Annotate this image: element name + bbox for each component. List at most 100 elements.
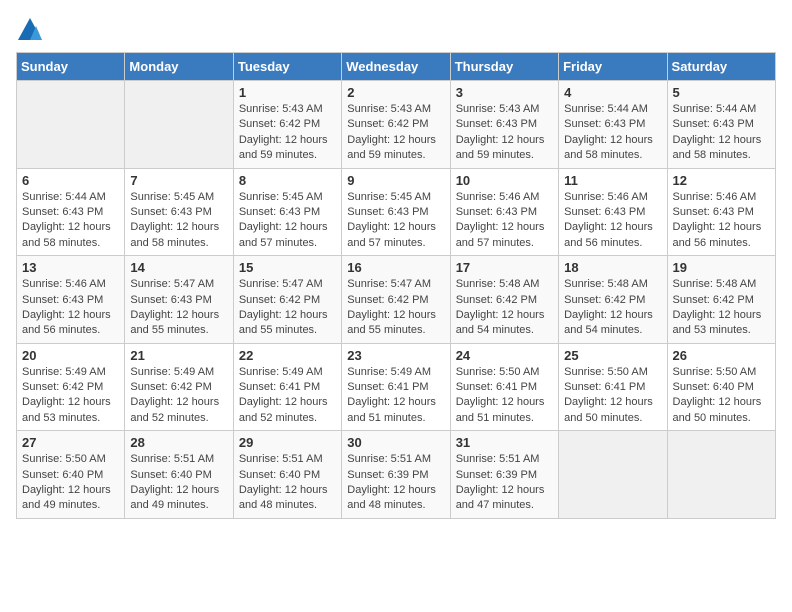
calendar-week-2: 6Sunrise: 5:44 AM Sunset: 6:43 PM Daylig… — [17, 168, 776, 256]
day-info: Sunrise: 5:48 AM Sunset: 6:42 PM Dayligh… — [456, 277, 553, 339]
day-number: 8 — [239, 173, 336, 188]
calendar-cell: 30Sunrise: 5:51 AM Sunset: 6:39 PM Dayli… — [342, 431, 450, 519]
day-info: Sunrise: 5:46 AM Sunset: 6:43 PM Dayligh… — [456, 190, 553, 252]
calendar-cell: 19 Sunrise: 5:48 AM Sunset: 6:42 PM Dayli… — [667, 256, 775, 344]
day-info: Sunrise: 5:46 AM Sunset: 6:43 PM Dayligh… — [564, 190, 661, 252]
calendar-cell: 22 Sunrise: 5:49 AM Sunset: 6:41 PM Dayli… — [233, 343, 341, 431]
day-number: 19 — [673, 260, 770, 275]
calendar-cell: 17 Sunrise: 5:48 AM Sunset: 6:42 PM Dayli… — [450, 256, 558, 344]
calendar-cell: 23 Sunrise: 5:49 AM Sunset: 6:41 PM Dayli… — [342, 343, 450, 431]
calendar-cell: 15Sunrise: 5:47 AM Sunset: 6:42 PM Dayli… — [233, 256, 341, 344]
day-info: Sunrise: 5:43 AM Sunset: 6:42 PM Dayligh… — [347, 102, 444, 164]
day-info: Sunrise: 5:49 AM Sunset: 6:41 PM Dayligh… — [239, 365, 336, 427]
calendar-cell: 13 Sunrise: 5:46 AM Sunset: 6:43 PM Dayli… — [17, 256, 125, 344]
day-number: 26 — [673, 348, 770, 363]
calendar-cell: 18Sunrise: 5:48 AM Sunset: 6:42 PM Dayli… — [559, 256, 667, 344]
calendar-cell — [667, 431, 775, 519]
calendar-cell: 31 Sunrise: 5:51 AM Sunset: 6:39 PM Dayli… — [450, 431, 558, 519]
calendar-cell: 16 Sunrise: 5:47 AM Sunset: 6:42 PM Dayli… — [342, 256, 450, 344]
day-number: 29 — [239, 435, 336, 450]
day-number: 25 — [564, 348, 661, 363]
calendar-cell: 4 Sunrise: 5:44 AM Sunset: 6:43 PM Daylig… — [559, 81, 667, 169]
calendar-week-1: 1 Sunrise: 5:43 AM Sunset: 6:42 PM Daylig… — [17, 81, 776, 169]
calendar-table: SundayMondayTuesdayWednesdayThursdayFrid… — [16, 52, 776, 519]
day-number: 20 — [22, 348, 119, 363]
calendar-cell: 14Sunrise: 5:47 AM Sunset: 6:43 PM Dayli… — [125, 256, 233, 344]
calendar-week-4: 20 Sunrise: 5:49 AM Sunset: 6:42 PM Dayli… — [17, 343, 776, 431]
day-info: Sunrise: 5:48 AM Sunset: 6:42 PM Dayligh… — [673, 277, 770, 339]
calendar-cell: 5 Sunrise: 5:44 AM Sunset: 6:43 PM Daylig… — [667, 81, 775, 169]
calendar-cell: 27Sunrise: 5:50 AM Sunset: 6:40 PM Dayli… — [17, 431, 125, 519]
day-number: 16 — [347, 260, 444, 275]
calendar-cell: 28Sunrise: 5:51 AM Sunset: 6:40 PM Dayli… — [125, 431, 233, 519]
day-number: 12 — [673, 173, 770, 188]
logo-icon — [16, 16, 44, 44]
day-info: Sunrise: 5:46 AM Sunset: 6:43 PM Dayligh… — [22, 277, 119, 339]
day-number: 22 — [239, 348, 336, 363]
calendar-cell: 1 Sunrise: 5:43 AM Sunset: 6:42 PM Daylig… — [233, 81, 341, 169]
day-number: 23 — [347, 348, 444, 363]
day-number: 13 — [22, 260, 119, 275]
day-number: 24 — [456, 348, 553, 363]
day-number: 2 — [347, 85, 444, 100]
column-header-tuesday: Tuesday — [233, 53, 341, 81]
calendar-cell: 7 Sunrise: 5:45 AM Sunset: 6:43 PM Daylig… — [125, 168, 233, 256]
day-number: 31 — [456, 435, 553, 450]
day-number: 18 — [564, 260, 661, 275]
day-info: Sunrise: 5:51 AM Sunset: 6:40 PM Dayligh… — [239, 452, 336, 514]
day-number: 28 — [130, 435, 227, 450]
column-header-saturday: Saturday — [667, 53, 775, 81]
day-number: 14 — [130, 260, 227, 275]
calendar-cell: 8 Sunrise: 5:45 AM Sunset: 6:43 PM Daylig… — [233, 168, 341, 256]
day-number: 6 — [22, 173, 119, 188]
day-info: Sunrise: 5:49 AM Sunset: 6:42 PM Dayligh… — [130, 365, 227, 427]
day-info: Sunrise: 5:44 AM Sunset: 6:43 PM Dayligh… — [673, 102, 770, 164]
column-header-friday: Friday — [559, 53, 667, 81]
day-info: Sunrise: 5:43 AM Sunset: 6:43 PM Dayligh… — [456, 102, 553, 164]
calendar-cell: 26 Sunrise: 5:50 AM Sunset: 6:40 PM Dayli… — [667, 343, 775, 431]
day-info: Sunrise: 5:49 AM Sunset: 6:41 PM Dayligh… — [347, 365, 444, 427]
day-number: 5 — [673, 85, 770, 100]
day-info: Sunrise: 5:43 AM Sunset: 6:42 PM Dayligh… — [239, 102, 336, 164]
calendar-cell: 29 Sunrise: 5:51 AM Sunset: 6:40 PM Dayli… — [233, 431, 341, 519]
calendar-week-3: 13 Sunrise: 5:46 AM Sunset: 6:43 PM Dayli… — [17, 256, 776, 344]
day-number: 9 — [347, 173, 444, 188]
day-info: Sunrise: 5:44 AM Sunset: 6:43 PM Dayligh… — [564, 102, 661, 164]
day-info: Sunrise: 5:50 AM Sunset: 6:41 PM Dayligh… — [564, 365, 661, 427]
day-info: Sunrise: 5:50 AM Sunset: 6:41 PM Dayligh… — [456, 365, 553, 427]
day-number: 1 — [239, 85, 336, 100]
calendar-cell: 21 Sunrise: 5:49 AM Sunset: 6:42 PM Dayli… — [125, 343, 233, 431]
day-number: 4 — [564, 85, 661, 100]
calendar-cell: 3Sunrise: 5:43 AM Sunset: 6:43 PM Daylig… — [450, 81, 558, 169]
day-number: 21 — [130, 348, 227, 363]
day-info: Sunrise: 5:45 AM Sunset: 6:43 PM Dayligh… — [347, 190, 444, 252]
calendar-cell: 20 Sunrise: 5:49 AM Sunset: 6:42 PM Dayli… — [17, 343, 125, 431]
calendar-cell: 10Sunrise: 5:46 AM Sunset: 6:43 PM Dayli… — [450, 168, 558, 256]
calendar-cell — [559, 431, 667, 519]
calendar-cell: 9 Sunrise: 5:45 AM Sunset: 6:43 PM Daylig… — [342, 168, 450, 256]
day-number: 11 — [564, 173, 661, 188]
day-info: Sunrise: 5:46 AM Sunset: 6:43 PM Dayligh… — [673, 190, 770, 252]
day-info: Sunrise: 5:47 AM Sunset: 6:42 PM Dayligh… — [347, 277, 444, 339]
calendar-cell: 6Sunrise: 5:44 AM Sunset: 6:43 PM Daylig… — [17, 168, 125, 256]
calendar-cell: 2 Sunrise: 5:43 AM Sunset: 6:42 PM Daylig… — [342, 81, 450, 169]
calendar-cell — [125, 81, 233, 169]
day-info: Sunrise: 5:51 AM Sunset: 6:39 PM Dayligh… — [456, 452, 553, 514]
calendar-cell: 25 Sunrise: 5:50 AM Sunset: 6:41 PM Dayli… — [559, 343, 667, 431]
day-info: Sunrise: 5:50 AM Sunset: 6:40 PM Dayligh… — [673, 365, 770, 427]
column-header-wednesday: Wednesday — [342, 53, 450, 81]
calendar-cell: 12 Sunrise: 5:46 AM Sunset: 6:43 PM Dayli… — [667, 168, 775, 256]
day-info: Sunrise: 5:50 AM Sunset: 6:40 PM Dayligh… — [22, 452, 119, 514]
calendar-cell: 11 Sunrise: 5:46 AM Sunset: 6:43 PM Dayli… — [559, 168, 667, 256]
day-info: Sunrise: 5:45 AM Sunset: 6:43 PM Dayligh… — [130, 190, 227, 252]
day-number: 17 — [456, 260, 553, 275]
day-info: Sunrise: 5:51 AM Sunset: 6:39 PM Dayligh… — [347, 452, 444, 514]
day-info: Sunrise: 5:49 AM Sunset: 6:42 PM Dayligh… — [22, 365, 119, 427]
page-header — [16, 16, 776, 44]
calendar-cell — [17, 81, 125, 169]
column-header-thursday: Thursday — [450, 53, 558, 81]
logo — [16, 16, 48, 44]
day-info: Sunrise: 5:45 AM Sunset: 6:43 PM Dayligh… — [239, 190, 336, 252]
day-number: 7 — [130, 173, 227, 188]
day-info: Sunrise: 5:47 AM Sunset: 6:42 PM Dayligh… — [239, 277, 336, 339]
